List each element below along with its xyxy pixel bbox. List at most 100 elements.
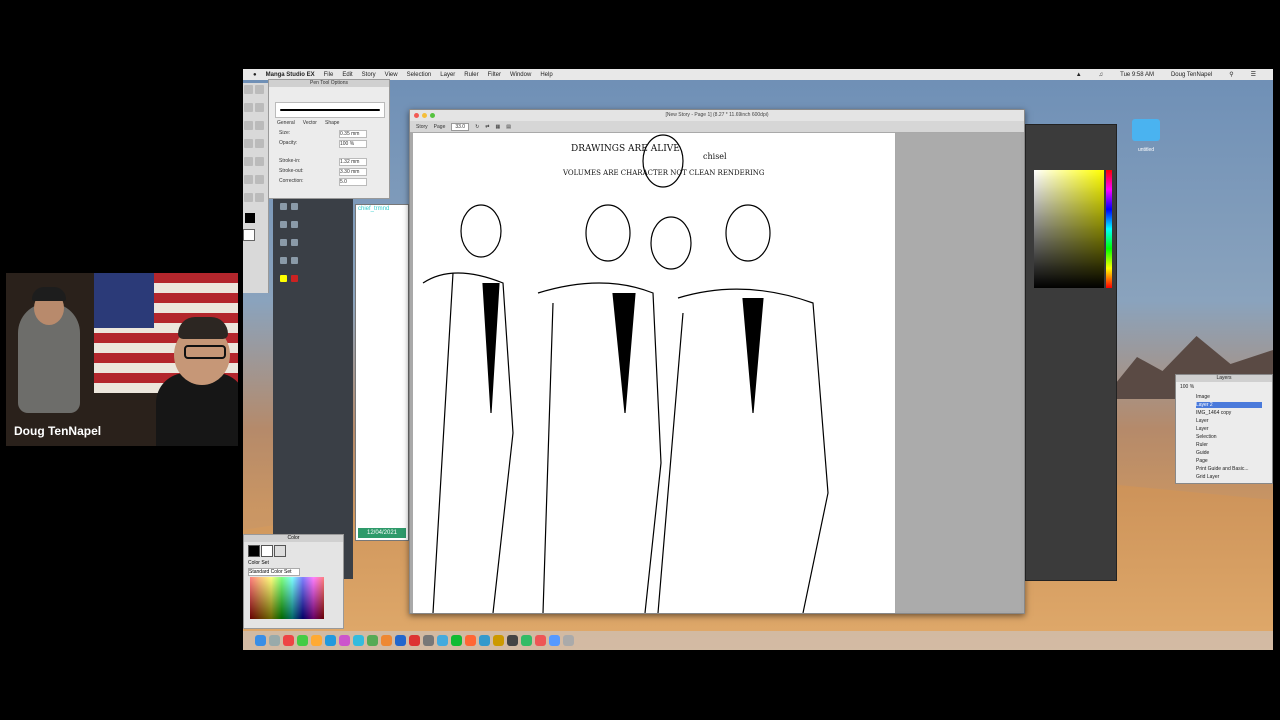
layer-item-page[interactable]: Page (1196, 458, 1208, 464)
brush-tool-icon[interactable] (244, 139, 253, 148)
volume-icon[interactable]: ♫ (1099, 72, 1104, 78)
zoom-window-icon[interactable] (430, 113, 435, 118)
news-icon[interactable] (409, 635, 420, 646)
manga-studio-icon[interactable] (521, 635, 532, 646)
fill-tool-icon[interactable] (244, 157, 253, 166)
grid-icon[interactable]: ▦ (496, 124, 501, 130)
wifi-icon[interactable]: ▲ (1076, 72, 1082, 78)
firefox-icon[interactable] (465, 635, 476, 646)
main-color-swatch[interactable] (248, 545, 260, 557)
select-tool-icon[interactable] (244, 103, 253, 112)
close-icon[interactable] (414, 113, 419, 118)
foreground-color-swatch[interactable] (245, 213, 255, 223)
facetime-icon[interactable] (367, 635, 378, 646)
layer-item-guide[interactable]: Guide (1196, 450, 1209, 456)
menu-help[interactable]: Help (540, 72, 552, 78)
layers-zoom[interactable]: 100 % (1180, 384, 1194, 390)
settings-icon[interactable] (423, 635, 434, 646)
correction-field[interactable]: 5.0 (339, 178, 367, 186)
layer-item-grid[interactable]: Grid Layer (1196, 474, 1219, 480)
pen-tool-icon[interactable] (244, 121, 253, 130)
hand-tool-icon[interactable] (255, 85, 264, 94)
tab-page[interactable]: Page (434, 124, 446, 130)
tab-shape[interactable]: Shape (325, 120, 339, 126)
menu-user[interactable]: Doug TenNapel (1171, 72, 1212, 78)
layer-item-ruler[interactable]: Ruler (1196, 442, 1208, 448)
red-color-swatch[interactable] (291, 275, 298, 282)
menu-list-icon[interactable]: ☰ (1251, 71, 1256, 78)
flip-icon[interactable]: ⇄ (485, 124, 489, 130)
calendar-icon[interactable] (283, 635, 294, 646)
text-icon[interactable] (291, 239, 298, 246)
hue-slider[interactable] (1106, 170, 1112, 288)
canvas-window-titlebar[interactable]: [New Story - Page 1] (8.27 * 11.69inch 6… (410, 110, 1024, 121)
tab-general[interactable]: General (277, 120, 295, 126)
drawing-page[interactable]: DRAWINGS ARE ALIVE VOLUMES ARE CHARACTER… (413, 133, 895, 613)
layer-item-layer2[interactable]: Layer 2 (1196, 402, 1262, 408)
menu-layer[interactable]: Layer (440, 72, 455, 78)
layer-item-layer[interactable]: Layer (1196, 418, 1209, 424)
airbrush-icon[interactable] (291, 221, 298, 228)
safari-icon[interactable] (353, 635, 364, 646)
pencil-tool-icon[interactable] (255, 121, 264, 130)
tab-vector[interactable]: Vector (303, 120, 317, 126)
yellow-color-swatch[interactable] (280, 275, 287, 282)
menu-app-name[interactable]: Manga Studio EX (266, 72, 315, 78)
color-picker-field[interactable] (1034, 170, 1104, 288)
background-color-swatch[interactable] (243, 229, 255, 241)
zoom-icon[interactable] (291, 257, 298, 264)
launchpad-icon[interactable] (269, 635, 280, 646)
spotify-icon[interactable] (451, 635, 462, 646)
lasso-tool-icon[interactable] (255, 103, 264, 112)
music-icon[interactable] (339, 635, 350, 646)
tab-story[interactable]: Story (416, 124, 428, 130)
layer-item-selection[interactable]: Selection (1196, 434, 1217, 440)
layer-folder-image[interactable]: Image (1196, 394, 1210, 400)
size-field[interactable]: 0.35 mm (339, 130, 367, 138)
mail-icon[interactable] (325, 635, 336, 646)
terminal-icon[interactable] (507, 635, 518, 646)
zoom-tool-icon[interactable] (244, 193, 253, 202)
eraser-icon[interactable] (280, 239, 287, 246)
acrobat-icon[interactable] (535, 635, 546, 646)
rotate-icon[interactable]: ↻ (475, 124, 479, 130)
obs-icon[interactable] (549, 635, 560, 646)
notes-icon[interactable] (311, 635, 322, 646)
zoom-app-icon[interactable] (437, 635, 448, 646)
transparent-swatch[interactable] (274, 545, 286, 557)
menu-window[interactable]: Window (510, 72, 531, 78)
ruler-icon[interactable]: ▤ (506, 124, 511, 130)
finder-icon[interactable] (255, 635, 266, 646)
clock[interactable]: Tue 9:58 AM (1120, 72, 1154, 78)
sub-color-swatch[interactable] (261, 545, 273, 557)
layer-item-layer-b[interactable]: Layer (1196, 426, 1209, 432)
marker-icon[interactable] (291, 203, 298, 210)
ruler-tool-icon[interactable] (255, 175, 264, 184)
photos-icon[interactable] (381, 635, 392, 646)
text-tool-icon[interactable] (244, 175, 253, 184)
illustrator-icon[interactable] (493, 635, 504, 646)
color-set-select[interactable]: Standard Color Set (248, 568, 300, 576)
messages-icon[interactable] (297, 635, 308, 646)
menu-ruler[interactable]: Ruler (464, 72, 478, 78)
layer-item-img-copy[interactable]: IMG_1464 copy (1196, 410, 1231, 416)
apple-icon[interactable]: ● (253, 72, 257, 78)
trash-icon[interactable] (563, 635, 574, 646)
stroke-in-field[interactable]: 1.32 mm (339, 158, 367, 166)
search-icon[interactable]: ⚲ (1229, 71, 1233, 78)
photoshop-icon[interactable] (479, 635, 490, 646)
appstore-icon[interactable] (395, 635, 406, 646)
layer-item-print-guide[interactable]: Print Guide and Basic... (1196, 466, 1249, 472)
color-set-grid[interactable] (250, 577, 324, 619)
brush-icon[interactable] (280, 221, 287, 228)
zoom-field[interactable]: 33.0 (451, 122, 470, 131)
menu-story[interactable]: Story (362, 72, 376, 78)
pen-icon[interactable] (280, 203, 287, 210)
menu-edit[interactable]: Edit (342, 72, 352, 78)
navigator-preview[interactable] (355, 204, 409, 541)
menu-filter[interactable]: Filter (488, 72, 501, 78)
folder-icon[interactable] (1132, 119, 1160, 141)
gradient-tool-icon[interactable] (255, 157, 264, 166)
eyedropper-tool-icon[interactable] (255, 193, 264, 202)
minimize-icon[interactable] (422, 113, 427, 118)
